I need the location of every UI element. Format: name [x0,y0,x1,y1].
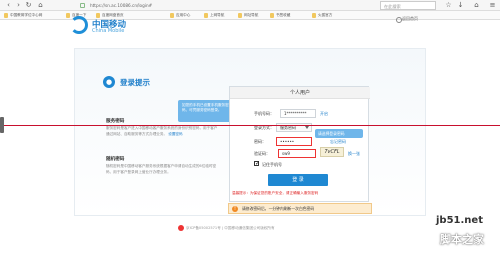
bookmark-item[interactable]: 火狐官方 [312,12,332,19]
login-tips-title: 登录提示 [120,78,150,87]
password-field[interactable]: •••••• [276,137,312,146]
remember-checkbox[interactable]: ✓ [254,161,260,167]
address-text: https://sn.ac.10086.cn/login# [90,3,153,8]
random-password-title: 随机密码 [106,157,125,162]
watermark-domain: jb51.net [436,215,483,226]
password-label: 密码： [254,139,266,144]
scroll-handle[interactable] [0,117,4,133]
phone-value: 1********** [284,111,307,116]
bookmark-item[interactable]: 应用中心 [170,12,190,19]
refresh-captcha-link[interactable]: 换一张 [348,151,360,157]
set-password-link[interactable]: 设置密码 [168,132,182,136]
service-password-desc: 服务密码是客户进入中国移动客户服务系统的身份识别密码，用于客户通过网站、自助服务… [106,126,218,136]
chevron-down-icon [305,126,309,129]
menu-icon[interactable]: ≡ [488,1,497,10]
captcha-label: 验证码： [254,151,270,156]
watermark-name: 脚本之家 [440,233,484,246]
warning-box: ! 请修改密码后，一分钟内刷新一次白色密码 [228,203,372,214]
password-value: •••••• [280,139,295,144]
reload-icon[interactable]: ↻ [24,1,33,10]
tab-personal-user[interactable]: 个人用户 [230,87,370,99]
home-toolbar-icon[interactable]: ⌂ [472,1,481,10]
phone-side-link[interactable]: 开启 [320,111,328,117]
annotation-line [0,125,500,126]
lock-icon [80,3,85,8]
random-password-text: 随机密码是中国移动客户服务系统根据客户申请自动生成的6位临时密码，用于客户登录网… [106,164,217,174]
bookmark-item[interactable]: 书签收藏 [270,12,290,19]
bookmark-item[interactable]: 中国教育学位中心网 [4,12,42,19]
forgot-password-link[interactable]: 忘记密码 [330,139,346,145]
bookmark-item[interactable]: 上网导航 [204,12,224,19]
address-bar[interactable]: https://sn.ac.10086.cn/login# [76,1,272,10]
search-placeholder: 在此搜索 [384,4,401,9]
china-mobile-logo[interactable]: 中国移动 China Mobile [70,16,130,38]
forward-arrow-icon[interactable]: › [14,1,23,10]
logo-en-text: China Mobile [92,28,125,34]
star-icon[interactable]: ☆ [444,1,453,10]
home-icon[interactable]: ⌂ [36,1,45,10]
captcha-field[interactable]: sw9 [278,149,316,158]
security-note: 温馨提示：为保证您的账户安全，请正确输入服务密码 [232,191,319,195]
back-arrow-icon[interactable]: ‹ [4,1,13,10]
user-icon: ● [103,76,115,88]
service-password-title: 服务密码 [106,119,125,124]
logo-mark-icon [70,16,88,34]
footer-text: 京ICP备05002571号 | 中国移动通信集团公司版权所有 [186,226,275,230]
download-icon[interactable]: ↓ [456,1,465,10]
phone-label: 手机号码： [254,111,274,116]
warning-icon: ! [232,206,238,212]
phone-field[interactable]: 1********** [280,109,316,118]
police-badge-icon [178,225,184,231]
login-button[interactable]: 登 录 [268,174,328,186]
captcha-value: sw9 [282,151,290,156]
service-password-text: 服务密码是客户进入中国移动客户服务系统的身份识别密码，用于客户通过网站、自助服务… [106,126,220,137]
search-input[interactable]: 在此搜索 [380,1,436,10]
bookmark-item[interactable]: 网址导航 [238,12,258,19]
captcha-image[interactable]: 7vCFL [320,147,344,157]
remember-label: 记住手机号 [262,162,282,167]
select-password-hint: 请选择登录密码 [315,129,363,138]
hint-tooltip: 如您的手机已设置手机服务密码，可凭服务密码登录。 [178,100,236,122]
back-home-link[interactable]: 返回首页 [396,16,418,23]
browser-toolbar: ‹ › ↻ ⌂ https://sn.ac.10086.cn/login# 在此… [0,0,500,11]
warning-text: 请修改密码后，一分钟内刷新一次白色密码 [242,206,315,211]
